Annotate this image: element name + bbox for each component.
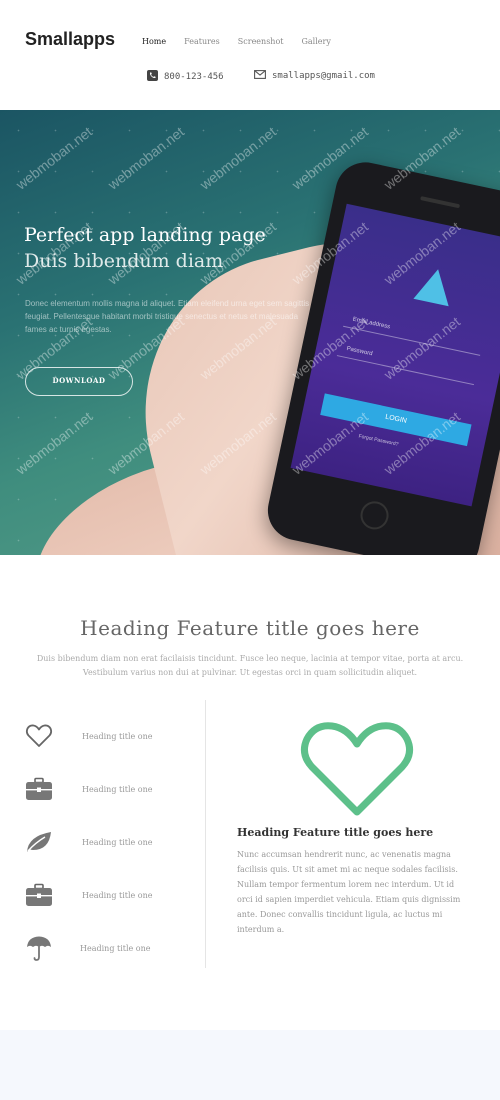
- feature-label: Heading title one: [82, 890, 153, 900]
- download-button[interactable]: DOWNLOAD: [25, 367, 133, 396]
- app-logo-icon: [413, 265, 456, 307]
- site-logo[interactable]: Smallapps: [25, 29, 115, 50]
- features-description: Duis bibendum diam non erat facilaisis t…: [30, 652, 470, 680]
- feature-item[interactable]: Heading title one: [24, 827, 153, 857]
- nav-gallery[interactable]: Gallery: [301, 37, 330, 46]
- heart-icon: [298, 720, 416, 824]
- next-section-band: [0, 1030, 500, 1100]
- briefcase-icon: [24, 880, 54, 910]
- phone-number: 800-123-456: [164, 72, 224, 82]
- feature-item[interactable]: Heading title one: [24, 774, 153, 804]
- feature-label: Heading title one: [82, 731, 153, 741]
- briefcase-icon: [24, 774, 54, 804]
- email-address: smallapps@gmail.com: [272, 71, 375, 81]
- feature-detail-title: Heading Feature title goes here: [237, 826, 434, 839]
- app-login-button: LOGIN: [320, 393, 472, 447]
- app-password-field: Password: [336, 346, 474, 386]
- hero-subtitle: Duis bibendum diam: [24, 250, 224, 272]
- phone-icon: [147, 70, 158, 84]
- hero-description: Donec elementum mollis magna id aliquet.…: [25, 299, 310, 334]
- contact-email[interactable]: smallapps@gmail.com: [254, 70, 375, 82]
- feature-label: Heading title one: [82, 837, 153, 847]
- nav-screenshot[interactable]: Screenshot: [238, 37, 284, 46]
- phone-screen: Email address Password LOGIN Forgot Pass…: [290, 203, 500, 507]
- app-forgot-link: Forgot Password?: [357, 433, 399, 448]
- features-desc-line1: Duis bibendum diam non erat facilaisis t…: [36, 654, 464, 663]
- hero-banner: Email address Password LOGIN Forgot Pass…: [0, 110, 500, 555]
- leaf-icon: [24, 827, 54, 857]
- main-nav: Home Features Screenshot Gallery: [142, 37, 349, 46]
- heart-icon: [24, 721, 54, 751]
- site-header: Smallapps Home Features Screenshot Galle…: [0, 0, 500, 110]
- nav-home[interactable]: Home: [142, 37, 166, 46]
- nav-features[interactable]: Features: [184, 37, 220, 46]
- phone-speaker: [420, 196, 461, 209]
- feature-label: Heading title one: [80, 943, 151, 953]
- envelope-icon: [254, 70, 266, 82]
- features-divider: [205, 700, 206, 968]
- feature-item[interactable]: Heading title one: [24, 721, 153, 751]
- contact-phone[interactable]: 800-123-456: [147, 70, 224, 84]
- feature-item[interactable]: Heading title one: [24, 933, 151, 963]
- phone-home-button: [357, 498, 392, 532]
- feature-item[interactable]: Heading title one: [24, 880, 153, 910]
- feature-detail-text: Nunc accumsan hendrerit nunc, ac venenat…: [237, 850, 461, 934]
- features-heading: Heading Feature title goes here: [80, 616, 420, 640]
- feature-label: Heading title one: [82, 784, 153, 794]
- umbrella-icon: [24, 933, 54, 963]
- features-desc-line2: Vestibulum varius non dui at pulvinar. U…: [82, 668, 418, 677]
- hero-title: Perfect app landing page: [24, 224, 266, 246]
